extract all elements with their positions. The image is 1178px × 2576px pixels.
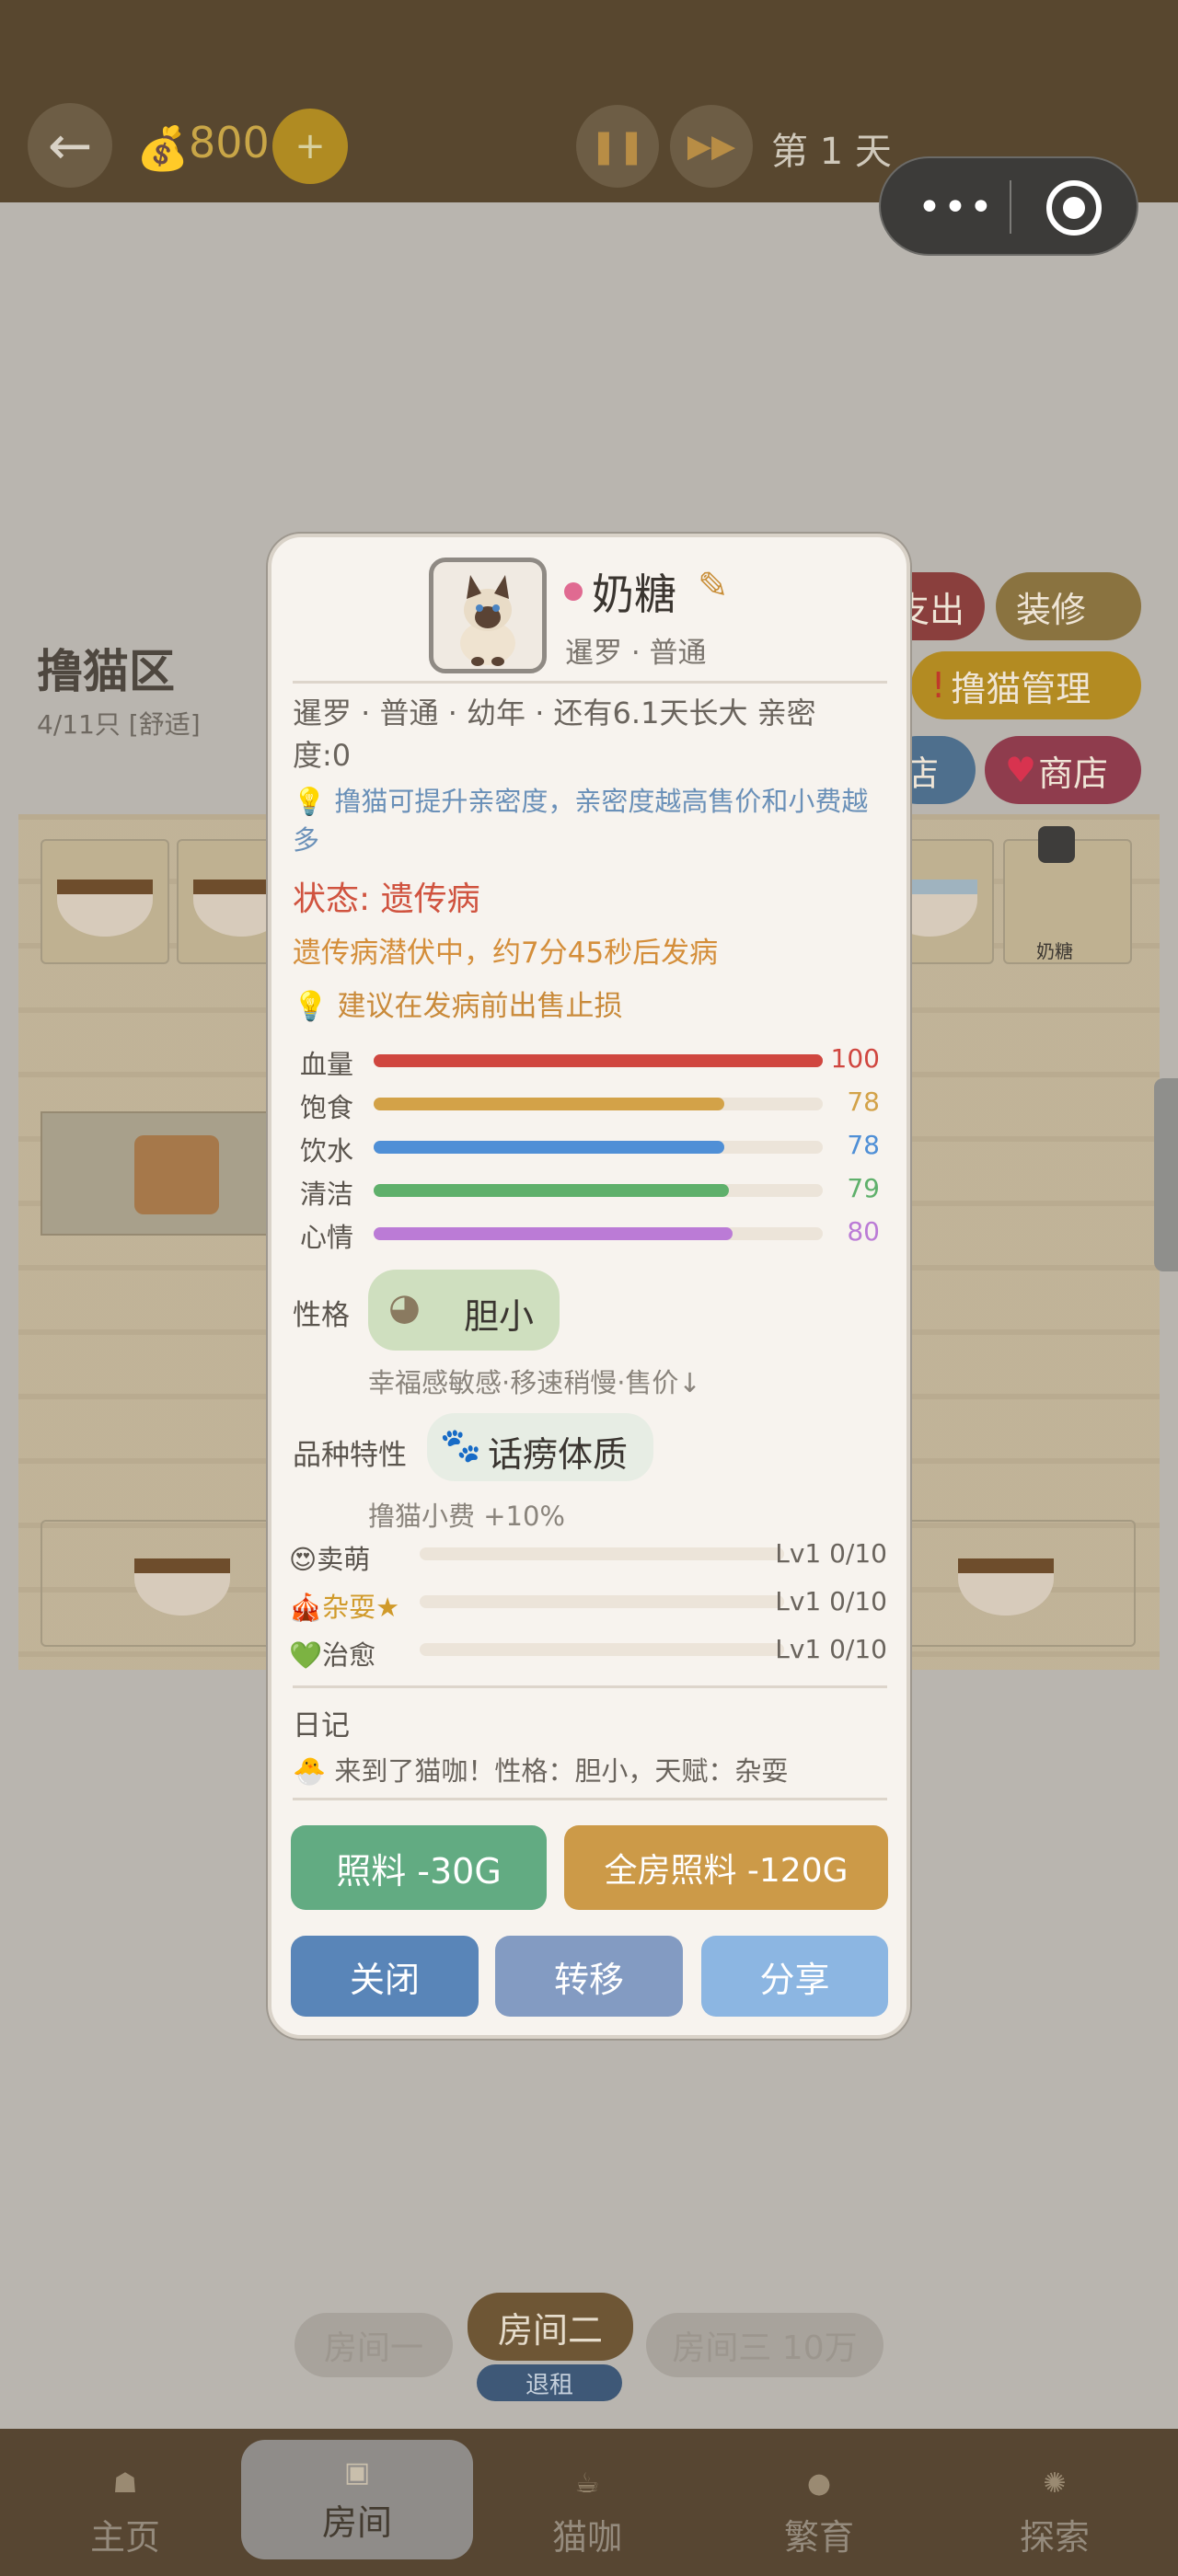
stat-track [374, 1141, 823, 1154]
skill-label: 卖萌 [317, 1544, 371, 1575]
skill-progress-track [420, 1595, 784, 1608]
care-all-button[interactable]: 全房照料 -120G [564, 1825, 888, 1910]
personality-name: 胆小 [464, 1296, 535, 1337]
stat-fill [374, 1227, 733, 1240]
cat-status: 状态: 遗传病 [293, 880, 480, 918]
stat-value: 80 [847, 1216, 880, 1247]
disease-countdown: 遗传病潜伏中，约7分45秒后发病 [293, 937, 719, 970]
stat-name: 饮水 [300, 1135, 354, 1167]
stat-track [374, 1098, 823, 1110]
lightbulb-icon: 💡 [293, 786, 335, 817]
skill-progress-track [420, 1643, 784, 1656]
stat-track [374, 1054, 823, 1067]
stat-fill [374, 1141, 724, 1154]
stat-track [374, 1184, 823, 1197]
stat-track [374, 1227, 823, 1240]
personality-label: 性格 [293, 1299, 350, 1332]
cat-avatar [429, 558, 547, 673]
stat-row: 清洁 79 [300, 1173, 880, 1210]
divider [293, 681, 887, 684]
share-button[interactable]: 分享 [701, 1936, 888, 2017]
stat-row: 血量 100 [300, 1043, 880, 1080]
personality-effects: 幸福感敏感·移速稍慢·售价↓ [368, 1367, 701, 1398]
lightbulb-icon: 💡 [293, 990, 338, 1023]
stat-value: 79 [847, 1173, 880, 1203]
skill-label: 治愈 [322, 1639, 376, 1671]
chick-icon: 🐣 [293, 1755, 335, 1787]
screen: ← 💰 800 + ❚❚ ▶▶ 第 1 天 ••• 撸猫区 4/11只 [舒适]… [0, 0, 1178, 2576]
stat-row: 心情 80 [300, 1216, 880, 1253]
skill-level: Lv1 0/10 [775, 1538, 887, 1569]
skill-icon: 🎪 [289, 1592, 323, 1623]
trait-name: 话痨体质 [488, 1434, 629, 1475]
skill-row: 😍卖萌 Lv1 0/10 [289, 1538, 887, 1575]
skill-progress-track [420, 1547, 784, 1560]
diary-label: 日记 [293, 1709, 350, 1742]
skill-row: 💚治愈 Lv1 0/10 [289, 1634, 887, 1671]
stat-fill [374, 1184, 729, 1197]
skill-icon: 💚 [289, 1639, 323, 1671]
stat-fill [374, 1054, 823, 1067]
skill-name: 🎪杂耍★ [289, 1586, 399, 1625]
skill-level: Lv1 0/10 [775, 1634, 887, 1664]
trait-label: 品种特性 [293, 1439, 407, 1472]
siamese-cat-icon [460, 575, 515, 666]
stat-name: 清洁 [300, 1179, 354, 1210]
trait-chip[interactable]: 🐾 话痨体质 [427, 1413, 653, 1481]
stat-row: 饮水 78 [300, 1130, 880, 1167]
timid-cat-icon: ◕ [388, 1286, 421, 1328]
cat-name: 奶糖 [592, 569, 676, 619]
diary-entry-text: 来到了猫咖！性格：胆小，天赋：杂耍 [334, 1755, 789, 1787]
cat-info-line: 暹罗 · 普通 · 幼年 · 还有6.1天长大 亲密度:0 [293, 696, 816, 773]
stat-value: 78 [847, 1087, 880, 1117]
skill-icon: 😍 [289, 1544, 318, 1575]
stat-name: 饱食 [300, 1092, 354, 1123]
skill-name: 💚治愈 [289, 1634, 375, 1673]
edit-name-icon[interactable]: ✎ [698, 565, 729, 607]
personality-chip[interactable]: ◕ 胆小 [368, 1270, 560, 1351]
transfer-button[interactable]: 转移 [495, 1936, 683, 2017]
paw-icon: 🐾 [440, 1427, 481, 1465]
diary-entry: 🐣 来到了猫咖！性格：胆小，天赋：杂耍 [293, 1750, 788, 1788]
stat-value: 100 [830, 1043, 880, 1074]
trait-effect: 撸猫小费 +10% [368, 1501, 565, 1532]
stat-row: 饱食 78 [300, 1087, 880, 1123]
skill-label: 杂耍★ [322, 1592, 400, 1623]
stat-value: 78 [847, 1130, 880, 1160]
intimacy-tip-text: 撸猫可提升亲密度，亲密度越高售价和小费越多 [293, 786, 869, 856]
gender-dot [564, 582, 583, 601]
stat-fill [374, 1098, 724, 1110]
care-button[interactable]: 照料 -30G [291, 1825, 547, 1910]
skill-name: 😍卖萌 [289, 1538, 370, 1577]
sell-tip: 💡 建议在发病前出售止损 [293, 983, 622, 1024]
stat-name: 心情 [300, 1222, 354, 1253]
stat-name: 血量 [300, 1049, 354, 1080]
divider [293, 1685, 887, 1688]
skill-row: 🎪杂耍★ Lv1 0/10 [289, 1586, 887, 1623]
close-button[interactable]: 关闭 [291, 1936, 479, 2017]
skill-level: Lv1 0/10 [775, 1586, 887, 1616]
divider [293, 1798, 887, 1800]
sell-tip-text: 建议在发病前出售止损 [337, 990, 623, 1023]
cat-breed: 暹罗 · 普通 [565, 637, 707, 670]
intimacy-tip: 💡 撸猫可提升亲密度，亲密度越高售价和小费越多 [293, 782, 882, 859]
